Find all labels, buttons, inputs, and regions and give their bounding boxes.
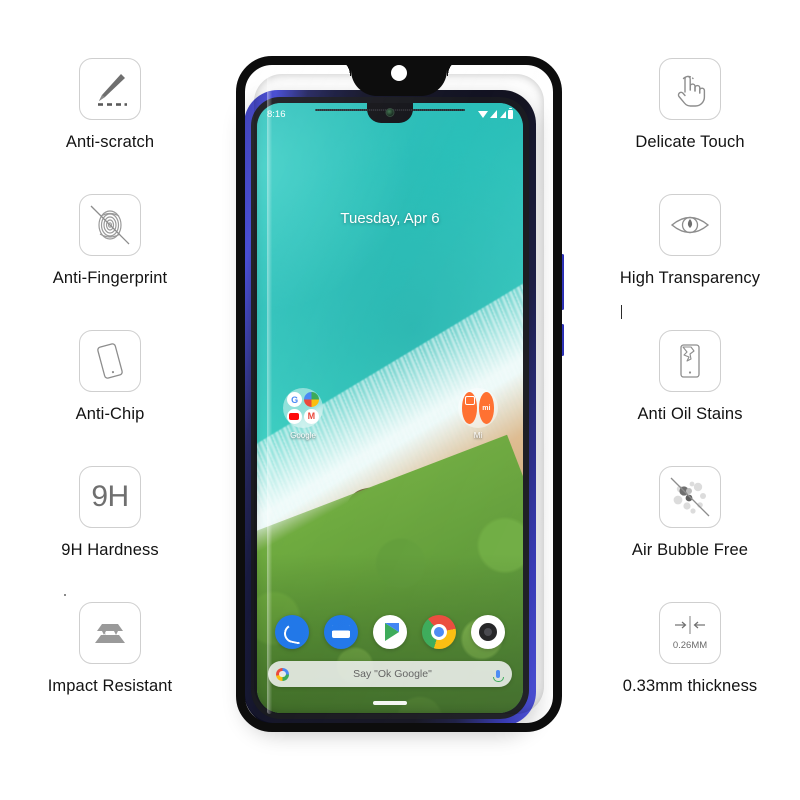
folder-bubble <box>458 388 498 428</box>
mi-store-icon <box>462 392 478 424</box>
wifi-icon <box>477 110 488 118</box>
thickness-arrows-icon: 0.26MM <box>659 602 721 664</box>
feature-anti-scratch: Anti-scratch <box>0 58 220 152</box>
feature-delicate-touch: Delicate Touch <box>580 58 800 152</box>
mi-icon <box>478 392 494 424</box>
feature-air-bubble-free: Air Bubble Free <box>580 466 800 560</box>
microphone-icon[interactable] <box>493 670 505 682</box>
layered-plates-icon <box>79 602 141 664</box>
google-g-icon <box>276 667 289 681</box>
text-cursor-artifact <box>621 305 622 319</box>
feature-label: Delicate Touch <box>635 133 745 151</box>
feature-label: High Transparency <box>619 269 761 287</box>
feature-label: Anti Oil Stains <box>637 405 743 423</box>
app-dock <box>257 615 523 649</box>
folder-label: Mi <box>473 431 483 440</box>
feature-high-transparency: High Transparency <box>580 194 800 288</box>
eye-icon <box>659 194 721 256</box>
folder-label: Google <box>290 431 316 440</box>
folder-bubble <box>283 388 323 428</box>
status-bar: 8:16 <box>257 103 523 125</box>
bubbles-crossed-icon <box>659 466 721 528</box>
feature-label: Anti-scratch <box>65 133 155 151</box>
date-widget[interactable]: Tuesday, Apr 6 <box>257 210 523 227</box>
feature-label: Air Bubble Free <box>631 541 749 559</box>
gesture-nav-pill[interactable] <box>373 701 407 705</box>
feature-label: Anti-Fingerprint <box>52 269 168 287</box>
folder-google[interactable]: Google <box>281 388 325 440</box>
feature-impact-resistant: Impact Resistant <box>0 602 220 696</box>
9h-text-icon: 9H <box>79 466 141 528</box>
9h-icon-text: 9H <box>91 480 129 513</box>
feature-anti-fingerprint: Anti-Fingerprint <box>0 194 220 288</box>
fingerprint-crossed-icon <box>79 194 141 256</box>
volume-rocker[interactable] <box>561 254 564 310</box>
feature-anti-chip: Anti-Chip <box>0 330 220 424</box>
play-store-icon[interactable] <box>372 615 407 649</box>
feature-9h-hardness: 9H 9H Hardness <box>0 466 220 560</box>
search-placeholder: Say "Ok Google" <box>353 668 432 680</box>
glass-camera-cutout <box>391 65 407 81</box>
signal-icon <box>490 110 497 118</box>
phone-mockup: 8:16 Tuesday, Apr 6 Google <box>236 56 566 736</box>
feature-label: 0.33mm thickness <box>622 677 758 695</box>
phone-oil-stain-icon <box>659 330 721 392</box>
status-time: 8:16 <box>267 108 286 120</box>
phone-tilted-icon <box>79 330 141 392</box>
feature-thickness: 0.26MM 0.33mm thickness <box>580 602 800 696</box>
feature-label: Impact Resistant <box>47 677 173 695</box>
arrows-glyph <box>675 616 705 634</box>
messages-icon[interactable] <box>323 615 358 649</box>
feature-label: 9H Hardness <box>61 541 159 559</box>
feature-label: Anti-Chip <box>75 405 145 423</box>
camera-icon[interactable] <box>471 615 506 649</box>
feature-anti-oil-stains: Anti Oil Stains <box>580 330 800 424</box>
google-search-bar[interactable]: Say "Ok Google" <box>268 661 512 687</box>
thickness-icon-text: 0.26MM <box>672 640 708 651</box>
folder-mi[interactable]: Mi <box>456 388 500 440</box>
speck-artifact <box>64 594 66 596</box>
google-search-icon <box>287 392 303 408</box>
battery-icon <box>508 107 513 119</box>
hand-tap-icon <box>659 58 721 120</box>
knife-scratch-icon <box>79 58 141 120</box>
infographic-canvas: Anti-scratch Anti-Fingerprint Anti-Chip … <box>0 0 800 800</box>
power-button[interactable] <box>561 324 564 356</box>
phone-icon[interactable] <box>274 615 309 649</box>
signal-icon <box>499 110 506 118</box>
chrome-icon[interactable] <box>422 615 457 649</box>
youtube-icon <box>287 408 303 424</box>
google-maps-icon <box>303 392 319 408</box>
gmail-icon <box>303 408 319 424</box>
phone-screen: 8:16 Tuesday, Apr 6 Google <box>257 103 523 713</box>
